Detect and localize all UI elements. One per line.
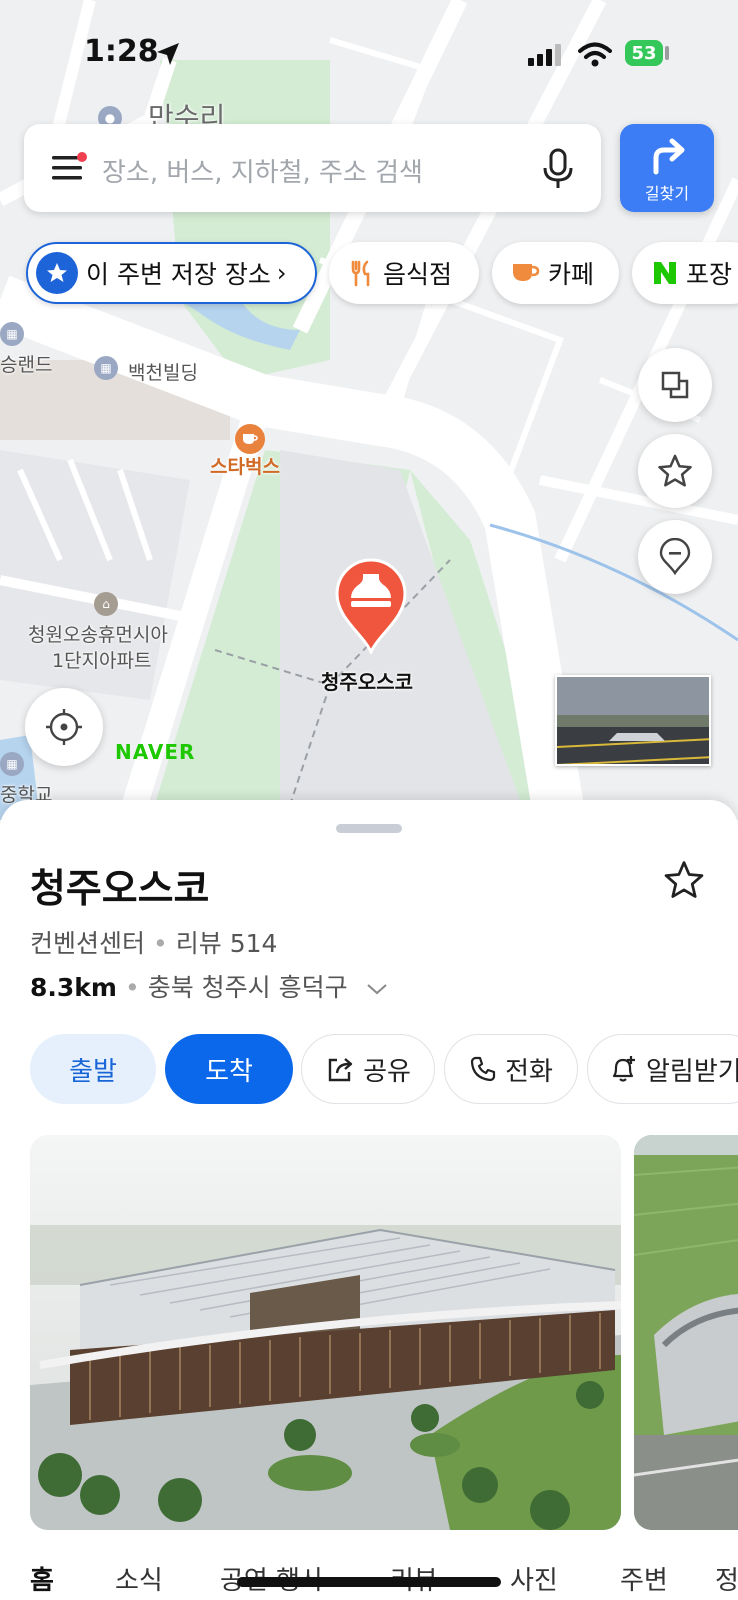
chip-restaurants[interactable]: 음식점 [329, 242, 479, 304]
chip-takeout[interactable]: 포장 [632, 242, 738, 304]
utensils-icon [347, 259, 375, 287]
call-button[interactable]: 전화 [444, 1034, 578, 1104]
battery-indicator: 53 [625, 40, 663, 66]
place-location[interactable]: 8.3km • 충북 청주시 흥덕구 [30, 968, 388, 1004]
crosshair-icon [46, 709, 82, 745]
location-arrow-icon [157, 43, 179, 65]
tab-news[interactable]: 소식 [115, 1560, 163, 1597]
menu-icon[interactable] [52, 152, 88, 184]
nearby-pin-button[interactable] [638, 520, 712, 594]
street-view-thumbnail[interactable] [555, 675, 711, 766]
distance: 8.3km [30, 973, 117, 1002]
notify-button[interactable]: 알림받기 [587, 1034, 738, 1104]
share-button[interactable]: 공유 [301, 1034, 435, 1104]
chip-saved-places[interactable]: 이 주변 저장 장소 › [26, 242, 317, 304]
directions-label: 길찾기 [644, 184, 690, 203]
map-label-landeu[interactable]: 승랜드 [0, 350, 52, 377]
favorites-button[interactable] [638, 434, 712, 508]
share-label: 공유 [363, 1056, 411, 1087]
building-icon: ▦ [0, 322, 24, 346]
chip-label: 음식점 [383, 260, 453, 289]
bell-plus-icon [612, 1056, 635, 1082]
star-outline-icon [658, 454, 692, 487]
place-photo-main[interactable] [30, 1135, 621, 1530]
destination-marker-icon[interactable] [333, 556, 409, 654]
wifi-icon [578, 42, 612, 67]
depart-button[interactable]: 출발 [30, 1034, 156, 1104]
status-bar: 1:28 53 [0, 0, 738, 100]
tab-home[interactable]: 홈 [30, 1560, 54, 1597]
tab-info[interactable]: 정보 [715, 1560, 738, 1597]
save-place-button[interactable] [660, 856, 708, 904]
naver-n-icon [652, 260, 678, 286]
convention-center-photo [30, 1135, 621, 1530]
status-time: 1:28 [84, 34, 159, 69]
turn-right-arrow-icon [653, 138, 685, 175]
review-count[interactable]: 리뷰 514 [176, 929, 278, 958]
tab-nearby[interactable]: 주변 [620, 1560, 668, 1597]
map-view[interactable]: ● 만수리 ▦ 승랜드 ▦ 백천빌딩 스타벅스 ⌂ 청원오송휴먼시아 1단지아파… [0, 0, 738, 820]
microphone-icon[interactable] [542, 148, 574, 190]
battery-level: 53 [631, 42, 657, 64]
address: 충북 청주시 흥덕구 [147, 973, 348, 1002]
chip-label: 이 주변 저장 장소 [86, 260, 271, 289]
apartment-icon: ⌂ [94, 592, 118, 616]
cafe-poi-icon[interactable] [235, 424, 265, 454]
star-icon [36, 252, 78, 294]
chip-cafe[interactable]: 카페 [492, 242, 619, 304]
map-label-starbucks[interactable]: 스타벅스 [210, 452, 280, 479]
chip-label: 카페 [548, 260, 595, 289]
map-layers-button[interactable] [638, 348, 712, 422]
construction-site-photo [634, 1135, 738, 1530]
current-location-button[interactable] [25, 688, 103, 766]
place-photo-second[interactable] [634, 1135, 738, 1530]
arrive-label: 도착 [205, 1056, 253, 1087]
map-label-destination[interactable]: 청주오스코 [321, 666, 413, 695]
search-bar[interactable]: 장소, 버스, 지하철, 주소 검색 [24, 124, 601, 212]
layers-icon [661, 371, 689, 399]
chip-label: 포장 [686, 260, 733, 289]
map-label-baekcheon[interactable]: 백천빌딩 [128, 358, 198, 385]
map-label-apartment-line1[interactable]: 청원오송휴먼시아 [28, 620, 168, 647]
depart-label: 출발 [69, 1056, 117, 1087]
street-view-image [557, 677, 709, 764]
home-indicator[interactable] [237, 1577, 501, 1587]
phone-icon [470, 1056, 496, 1082]
sheet-drag-handle[interactable] [336, 824, 402, 833]
arrive-button[interactable]: 도착 [165, 1034, 293, 1104]
place-detail-sheet[interactable]: 청주오스코 컨벤션센터 • 리뷰 514 8.3km • 충북 청주시 흥덕구 출발 도… [0, 800, 738, 1600]
school-icon: ▦ [0, 752, 24, 776]
battery-tip-icon [665, 46, 669, 60]
map-label-apartment-line2[interactable]: 1단지아파트 [52, 646, 152, 673]
search-input[interactable]: 장소, 버스, 지하철, 주소 검색 [102, 152, 423, 189]
map-pin-icon [659, 538, 691, 576]
tab-photos[interactable]: 사진 [510, 1560, 558, 1597]
notify-label: 알림받기 [646, 1056, 738, 1087]
detail-tabs: 홈 소식 공연·행사 리뷰 사진 주변 정보 [0, 1550, 738, 1600]
naver-logo: NAVER [115, 740, 196, 764]
share-icon [328, 1058, 353, 1082]
chevron-down-icon [366, 984, 387, 995]
star-outline-icon [664, 861, 704, 898]
directions-button[interactable]: 길찾기 [620, 124, 714, 212]
chevron-right-icon: › [276, 259, 287, 287]
cup-icon [512, 261, 540, 285]
place-title: 청주오스코 [30, 867, 210, 912]
signal-icon [528, 44, 561, 66]
place-meta: 컨벤션센터 • 리뷰 514 [30, 929, 278, 958]
call-label: 전화 [505, 1056, 553, 1087]
place-category: 컨벤션센터 [30, 929, 146, 958]
building-icon: ▦ [94, 356, 118, 380]
